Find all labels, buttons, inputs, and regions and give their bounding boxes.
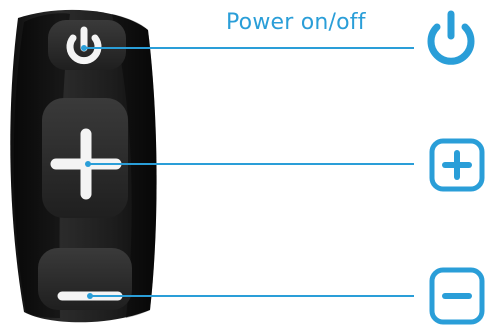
minus-button-pad[interactable] xyxy=(38,248,132,310)
power-callout-label: Power on/off xyxy=(226,10,366,35)
plus-symbol-icon xyxy=(429,138,485,192)
plus-callout-dot xyxy=(85,161,91,167)
minus-symbol-icon xyxy=(429,267,485,325)
diagram-canvas xyxy=(10,9,485,325)
remote-diagram: Power on/off xyxy=(0,0,487,330)
power-callout-dot xyxy=(81,45,87,51)
power-symbol-icon xyxy=(427,10,475,65)
minus-callout-dot xyxy=(87,293,93,299)
